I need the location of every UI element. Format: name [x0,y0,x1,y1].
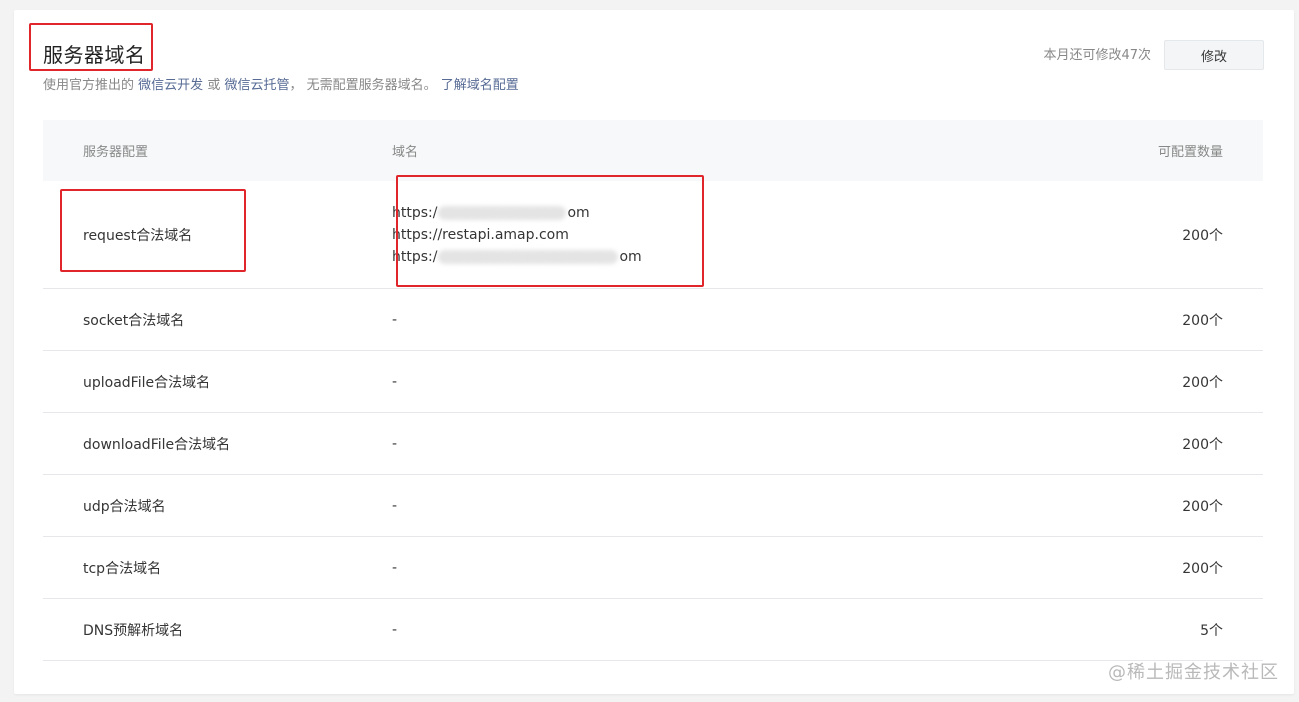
table-header: 服务器配置 域名 可配置数量 [43,120,1263,181]
table-row-request: request合法域名 https:/om https://restapi.am… [43,181,1263,289]
table-row-udp: udp合法域名 - 200个 [43,475,1263,537]
table-row-uploadfile: uploadFile合法域名 - 200个 [43,351,1263,413]
row-count: 200个 [1182,498,1223,515]
redacted-blur [438,249,619,264]
header-domain: 域名 [392,145,419,160]
learn-domain-config-link[interactable]: 了解域名配置 [441,78,519,93]
row-name: tcp合法域名 [83,560,162,577]
watermark: @稀土掘金技术社区 [1108,662,1279,683]
row-domain: - [392,435,398,452]
table-row-socket: socket合法域名 - 200个 [43,289,1263,351]
row-count: 200个 [1182,436,1223,453]
row-count: 5个 [1200,622,1223,639]
page-title: 服务器域名 [43,43,146,67]
row-domain: - [392,311,398,328]
subtitle-prefix: 使用官方推出的 [43,78,135,93]
modify-button[interactable]: 修改 [1164,40,1264,70]
redacted-blur [438,205,567,220]
row-count: 200个 [1182,227,1223,244]
table-row-tcp: tcp合法域名 - 200个 [43,537,1263,599]
row-name: udp合法域名 [83,498,166,515]
domain-item: https:/om [392,248,642,265]
page-subtitle: 使用官方推出的 微信云开发 或 微信云托管， 无需配置服务器域名。 了解域名配置 [43,76,519,96]
row-name: DNS预解析域名 [83,622,184,639]
cloud-host-link[interactable]: 微信云托管 [224,78,289,93]
subtitle-or: 或 [207,78,221,93]
table-row-downloadfile: downloadFile合法域名 - 200个 [43,413,1263,475]
subtitle-mid: ， 无需配置服务器域名。 [289,78,437,93]
row-domain: - [392,559,398,576]
row-name: request合法域名 [83,227,193,244]
domain-table: 服务器配置 域名 可配置数量 request合法域名 https:/om htt… [43,120,1263,661]
row-domain: - [392,373,398,390]
cloud-dev-link[interactable]: 微信云开发 [138,78,203,93]
domain-list: https:/om https://restapi.amap.com https… [392,202,1023,268]
row-domain: - [392,497,398,514]
row-count: 200个 [1182,560,1223,577]
table-row-dns: DNS预解析域名 - 5个 [43,599,1263,661]
row-domain: - [392,621,398,638]
row-count: 200个 [1182,374,1223,391]
domain-item: https:/om [392,204,590,221]
modify-quota-text: 本月还可修改47次 [1043,48,1151,63]
row-name: socket合法域名 [83,312,185,329]
header-server-config: 服务器配置 [83,145,149,160]
row-name: uploadFile合法域名 [83,374,211,391]
domain-item: https://restapi.amap.com [392,226,569,243]
row-count: 200个 [1182,312,1223,329]
row-name: downloadFile合法域名 [83,436,231,453]
server-domain-card: 服务器域名 使用官方推出的 微信云开发 或 微信云托管， 无需配置服务器域名。 … [14,10,1294,694]
header-count: 可配置数量 [1157,145,1223,160]
